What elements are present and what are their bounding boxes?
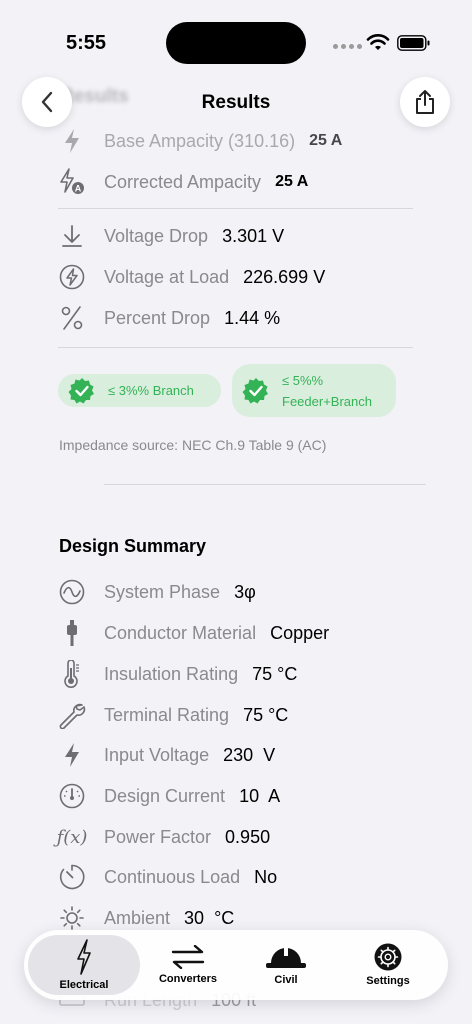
battery-icon	[397, 35, 430, 51]
insulation-rating-row: Insulation Rating 75 °C	[58, 659, 297, 689]
tab-converters[interactable]: Converters	[138, 930, 238, 1000]
feeder-branch-badge-line2: Feeder+Branch	[282, 393, 372, 409]
impedance-source-note: Impedance source: NEC Ch.9 Table 9 (AC)	[59, 437, 327, 453]
bolt-icon	[58, 127, 86, 155]
voltage-at-load-label: Voltage at Load	[104, 266, 230, 287]
power-factor-value: 0.950	[225, 826, 271, 847]
branch-drop-badge-text: ≤ 3%% Branch	[108, 383, 194, 398]
cable-connector-icon	[58, 619, 86, 647]
tab-settings-label: Settings	[366, 975, 410, 987]
check-seal-icon	[242, 377, 268, 403]
wrench-icon	[58, 701, 86, 729]
base-ampacity-row: Base Ampacity (310.16) 25 A	[58, 126, 342, 156]
voltage-drop-value: 3.301 V	[222, 225, 285, 246]
bolt-icon	[58, 741, 86, 769]
divider	[58, 347, 413, 348]
input-voltage-value: 230 V	[223, 744, 276, 765]
continuous-load-value: No	[254, 866, 278, 887]
sine-wave-circle-icon	[58, 578, 86, 606]
terminal-rating-label: Terminal Rating	[104, 704, 230, 725]
share-icon	[416, 90, 434, 114]
ambient-value: 30 °C	[184, 907, 235, 928]
back-button[interactable]	[22, 77, 72, 127]
gauge-icon	[58, 782, 86, 810]
voltage-at-load-row: Voltage at Load 226.699 V	[58, 262, 325, 292]
status-bar: 5:55	[0, 0, 472, 70]
tab-bar: Electrical Converters Civil Settings	[24, 930, 448, 1000]
conductor-material-label: Conductor Material	[104, 622, 257, 643]
dynamic-island	[166, 22, 306, 64]
svg-text:A: A	[75, 184, 82, 194]
branch-drop-badge: ≤ 3%% Branch	[58, 374, 221, 407]
system-phase-label: System Phase	[104, 581, 221, 602]
gear-icon	[374, 943, 402, 971]
input-voltage-row: Input Voltage 230 V	[58, 740, 275, 770]
corrected-ampacity-label: Corrected Ampacity	[104, 171, 262, 192]
tab-civil-label: Civil	[274, 974, 298, 986]
base-ampacity-value: 25 A	[309, 132, 343, 149]
wifi-icon	[366, 34, 390, 50]
voltage-drop-label: Voltage Drop	[104, 225, 209, 246]
design-current-value: 10 A	[239, 785, 281, 806]
continuous-load-label: Continuous Load	[104, 866, 241, 887]
system-phase-value: 3φ	[234, 581, 256, 602]
conductor-material-value: Copper	[270, 622, 330, 643]
voltage-at-load-value: 226.699 V	[243, 266, 326, 287]
design-current-label: Design Current	[104, 785, 226, 806]
cellular-signal-icon	[333, 44, 362, 49]
system-phase-row: System Phase 3φ	[58, 577, 256, 607]
percent-drop-value: 1.44 %	[224, 307, 281, 328]
terminal-rating-row: Terminal Rating 75 °C	[58, 700, 288, 730]
design-summary-title: Design Summary	[59, 536, 207, 556]
conductor-material-row: Conductor Material Copper	[58, 618, 329, 648]
ambient-row: Ambient 30 °C	[58, 903, 234, 933]
input-voltage-label: Input Voltage	[104, 744, 210, 765]
corrected-ampacity-row: A Corrected Ampacity 25 A	[58, 167, 308, 197]
tab-civil[interactable]: Civil	[236, 930, 336, 1000]
function-icon: ƒ(x)	[56, 826, 88, 848]
design-current-row: Design Current 10 A	[58, 781, 280, 811]
power-factor-label: Power Factor	[104, 826, 212, 847]
status-time: 5:55	[66, 32, 107, 54]
power-factor-row: ƒ(x) Power Factor 0.950	[56, 822, 271, 852]
hard-hat-icon	[266, 947, 306, 968]
continuous-load-row: Continuous Load No	[58, 862, 277, 892]
tab-settings[interactable]: Settings	[336, 930, 440, 1000]
insulation-rating-label: Insulation Rating	[104, 663, 239, 684]
tab-electrical[interactable]: Electrical	[28, 930, 140, 1000]
bolt-circle-icon	[58, 263, 86, 291]
thermometer-icon	[58, 660, 86, 688]
sun-icon	[58, 904, 86, 932]
bolt-auto-icon: A	[58, 168, 86, 196]
divider	[58, 208, 413, 209]
percent-icon	[58, 304, 86, 332]
check-seal-icon	[68, 377, 94, 403]
arrows-left-right-icon	[171, 945, 205, 969]
bolt-icon	[77, 939, 91, 975]
ambient-label: Ambient	[104, 907, 171, 928]
insulation-rating-value: 75 °C	[252, 663, 298, 684]
tab-electrical-label: Electrical	[59, 979, 109, 991]
percent-drop-row: Percent Drop 1.44 %	[58, 303, 280, 333]
share-button[interactable]	[400, 77, 450, 127]
timer-icon	[58, 863, 86, 891]
chevron-left-icon	[41, 91, 53, 113]
tab-converters-label: Converters	[158, 973, 218, 985]
feeder-branch-badge-line1: ≤ 5%%	[282, 372, 324, 388]
arrow-down-to-line-icon	[58, 222, 86, 250]
terminal-rating-value: 75 °C	[243, 704, 289, 725]
feeder-branch-drop-badge: ≤ 5%% Feeder+Branch	[232, 364, 396, 417]
voltage-drop-row: Voltage Drop 3.301 V	[58, 221, 284, 251]
base-ampacity-label: Base Ampacity (310.16)	[104, 130, 296, 151]
percent-drop-label: Percent Drop	[104, 307, 211, 328]
divider	[104, 484, 426, 485]
corrected-ampacity-value: 25 A	[275, 173, 309, 190]
